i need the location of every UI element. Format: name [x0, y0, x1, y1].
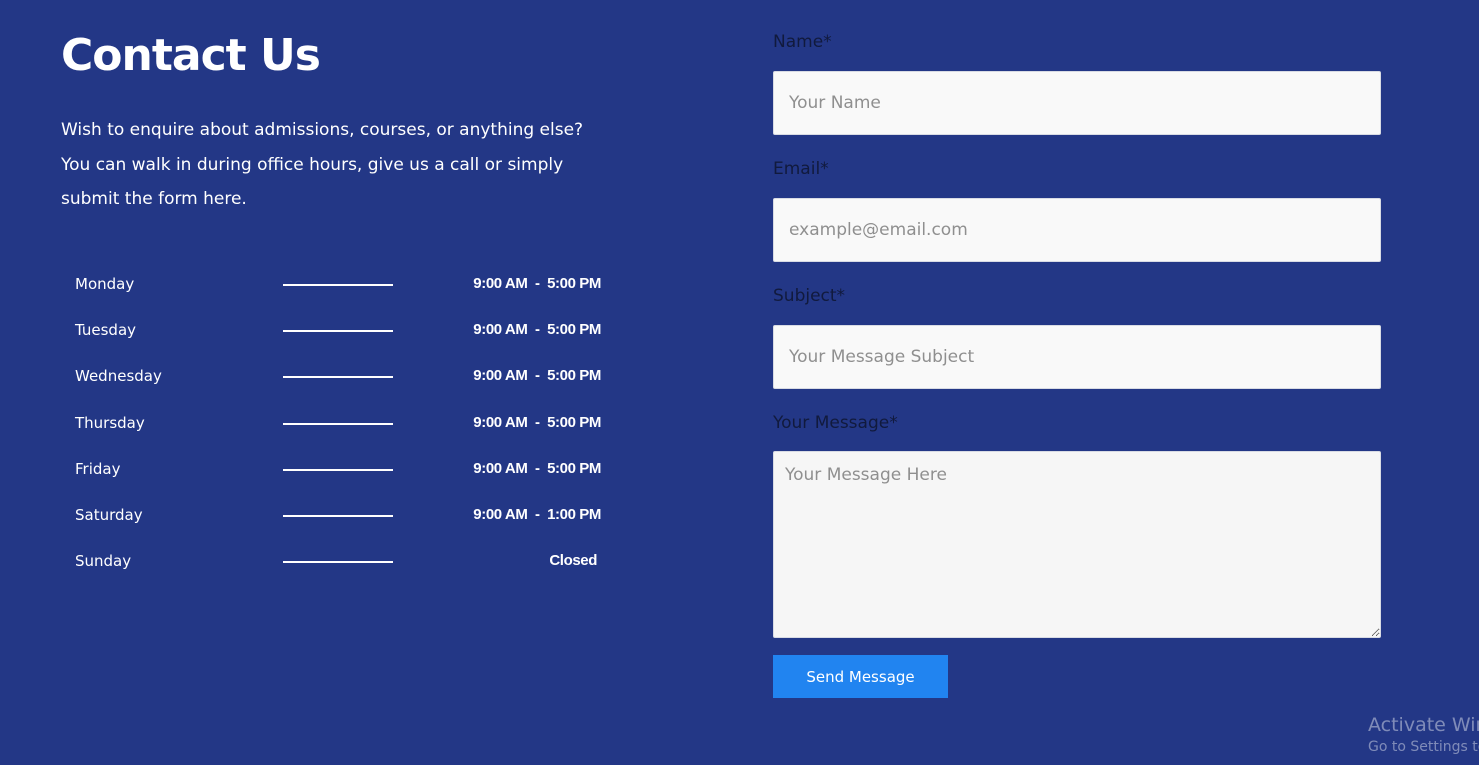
message-field-label: Your Message*	[773, 413, 898, 433]
hours-row-tuesday: Tuesday 9:00 AM - 5:00 PM	[75, 308, 615, 354]
name-field-label: Name*	[773, 32, 832, 52]
hours-divider	[283, 330, 393, 333]
office-hours-list: Monday 9:00 AM - 5:00 PM Tuesday 9:00 AM…	[75, 262, 615, 585]
hours-divider	[283, 561, 393, 564]
hours-row-saturday: Saturday 9:00 AM - 1:00 PM	[75, 493, 615, 539]
send-message-button[interactable]: Send Message	[773, 655, 948, 698]
name-field[interactable]	[773, 71, 1381, 135]
hours-row-monday: Monday 9:00 AM - 5:00 PM	[75, 262, 615, 308]
day-label: Saturday	[75, 505, 143, 524]
intro-text: Wish to enquire about admissions, course…	[61, 113, 621, 217]
message-field[interactable]	[773, 451, 1381, 638]
email-field[interactable]	[773, 198, 1381, 262]
hours-divider	[283, 422, 393, 425]
hours-row-wednesday: Wednesday 9:00 AM - 5:00 PM	[75, 354, 615, 400]
day-label: Monday	[75, 275, 135, 293]
subject-field[interactable]	[773, 325, 1381, 389]
day-label: Wednesday	[75, 367, 162, 386]
intro-line: submit the form here.	[61, 189, 247, 209]
hours-value: 9:00 AM - 1:00 PM	[473, 505, 601, 523]
hours-row-sunday: Sunday Closed	[75, 539, 615, 585]
day-label: Sunday	[75, 552, 132, 571]
watermark-subtitle: Go to Settings to activate Windows.	[1368, 739, 1479, 755]
day-label: Tuesday	[75, 321, 137, 340]
hours-divider	[283, 514, 393, 517]
intro-line: You can walk in during office hours, giv…	[61, 154, 564, 175]
subject-field-label: Subject*	[773, 286, 846, 306]
hours-row-friday: Friday 9:00 AM - 5:00 PM	[75, 447, 615, 493]
day-label: Friday	[75, 459, 121, 478]
hours-value: 9:00 AM - 5:00 PM	[473, 275, 601, 292]
hours-row-thursday: Thursday 9:00 AM - 5:00 PM	[75, 401, 615, 447]
hours-value: Closed	[549, 552, 597, 570]
watermark-title: Activate Windows	[1368, 714, 1479, 736]
activation-watermark: Activate Windows Go to Settings to activ…	[1368, 713, 1479, 757]
hours-value: 9:00 AM - 5:00 PM	[473, 413, 601, 431]
hours-divider	[283, 284, 393, 286]
hours-value: 9:00 AM - 5:00 PM	[473, 367, 601, 385]
hours-divider	[283, 468, 393, 471]
page-title: Contact Us	[61, 30, 321, 81]
hours-value: 9:00 AM - 5:00 PM	[473, 459, 601, 477]
email-field-label: Email*	[773, 159, 829, 179]
hours-value: 9:00 AM - 5:00 PM	[473, 321, 601, 339]
hours-divider	[283, 376, 393, 379]
intro-line: Wish to enquire about admissions, course…	[61, 120, 584, 140]
day-label: Thursday	[75, 413, 145, 432]
